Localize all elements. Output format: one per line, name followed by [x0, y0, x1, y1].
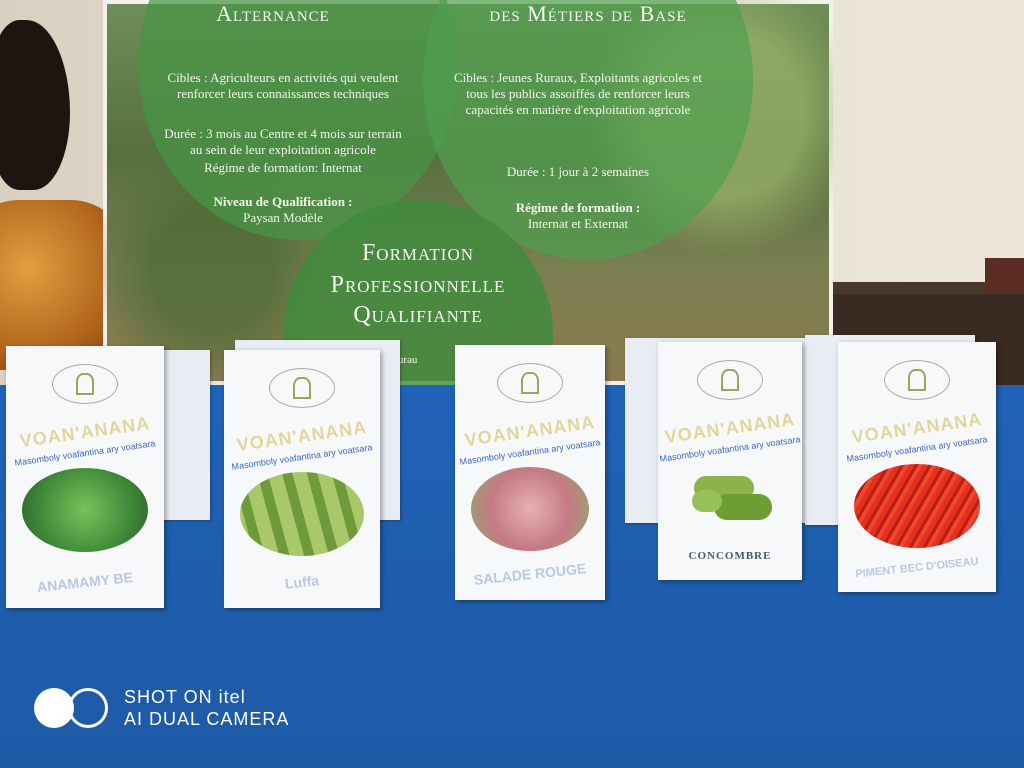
cucumber-icon	[692, 490, 722, 512]
poster-left-niveau-value: Paysan Modèle	[243, 210, 323, 225]
poster-right-regime-value: Internat et Externat	[527, 216, 629, 231]
brand-logo-icon	[497, 363, 563, 403]
packet-label: Luffa	[284, 572, 320, 592]
brand-logo-icon	[269, 368, 335, 408]
watermark-line2: AI DUAL CAMERA	[124, 709, 290, 729]
packet-art-chili	[854, 464, 980, 548]
cucumber-icon	[714, 494, 772, 520]
poster-left-regime: Régime de formation: Internat	[204, 160, 362, 175]
seed-packet-luffa: VOAN'ANANA Masomboly voafantina ary voat…	[224, 350, 380, 608]
camera-watermark: SHOT ON itel AI DUAL CAMERA	[34, 686, 289, 730]
brand-logo-icon	[697, 360, 763, 400]
poster-center-line2: Professionnelle	[330, 272, 506, 298]
packet-art-luffa	[240, 472, 364, 556]
poster-center-line3: Qualifiante	[353, 302, 483, 328]
poster-left-niveau-label: Niveau de Qualification :	[213, 194, 353, 209]
poster-left-title: Alternance	[216, 1, 330, 26]
poster-right-regime-label: Régime de formation :	[515, 200, 641, 215]
seed-packet-anamamy: VOAN'ANANA Masomboly voafantina ary voat…	[6, 346, 164, 608]
poster-right-title: des Métiers de Base	[489, 1, 687, 26]
seed-packet-salade: VOAN'ANANA Masomboly voafantina ary voat…	[455, 345, 605, 600]
packet-label: SALADE ROUGE	[473, 560, 587, 588]
camera-lens-icon	[34, 688, 108, 728]
packet-label: PIMENT BEC D'OISEAU	[854, 555, 980, 581]
watermark-line1: SHOT ON itel	[124, 687, 246, 707]
brand-logo-icon	[52, 364, 118, 404]
packet-art-greens	[22, 468, 148, 552]
watermark-text: SHOT ON itel AI DUAL CAMERA	[124, 686, 289, 730]
poster-center-line1: Formation	[361, 240, 475, 266]
packet-label: ANAMAMY BE	[36, 569, 134, 595]
packet-label: CONCOMBRE	[688, 550, 772, 562]
poster-right-duree: Durée : 1 jour à 2 semaines	[506, 164, 650, 179]
packet-art-lettuce	[471, 467, 589, 551]
photo-scene: Alternance Cibles : Agriculteurs en acti…	[0, 0, 1024, 768]
poster-left-cibles: Cibles : Agriculteurs en activités qui v…	[167, 70, 399, 101]
person-head	[0, 20, 70, 190]
seed-packet-concombre: VOAN'ANANA Masomboly voafantina ary voat…	[658, 342, 802, 580]
poster-right-cibles: Cibles : Jeunes Ruraux, Exploitants agri…	[453, 70, 703, 117]
red-box	[985, 258, 1024, 294]
brand-logo-icon	[884, 360, 950, 400]
poster-left-duree: Durée : 3 mois au Centre et 4 mois sur t…	[164, 126, 402, 157]
training-poster: Alternance Cibles : Agriculteurs en acti…	[103, 0, 833, 385]
seed-packet-piment: VOAN'ANANA Masomboly voafantina ary voat…	[838, 342, 996, 592]
